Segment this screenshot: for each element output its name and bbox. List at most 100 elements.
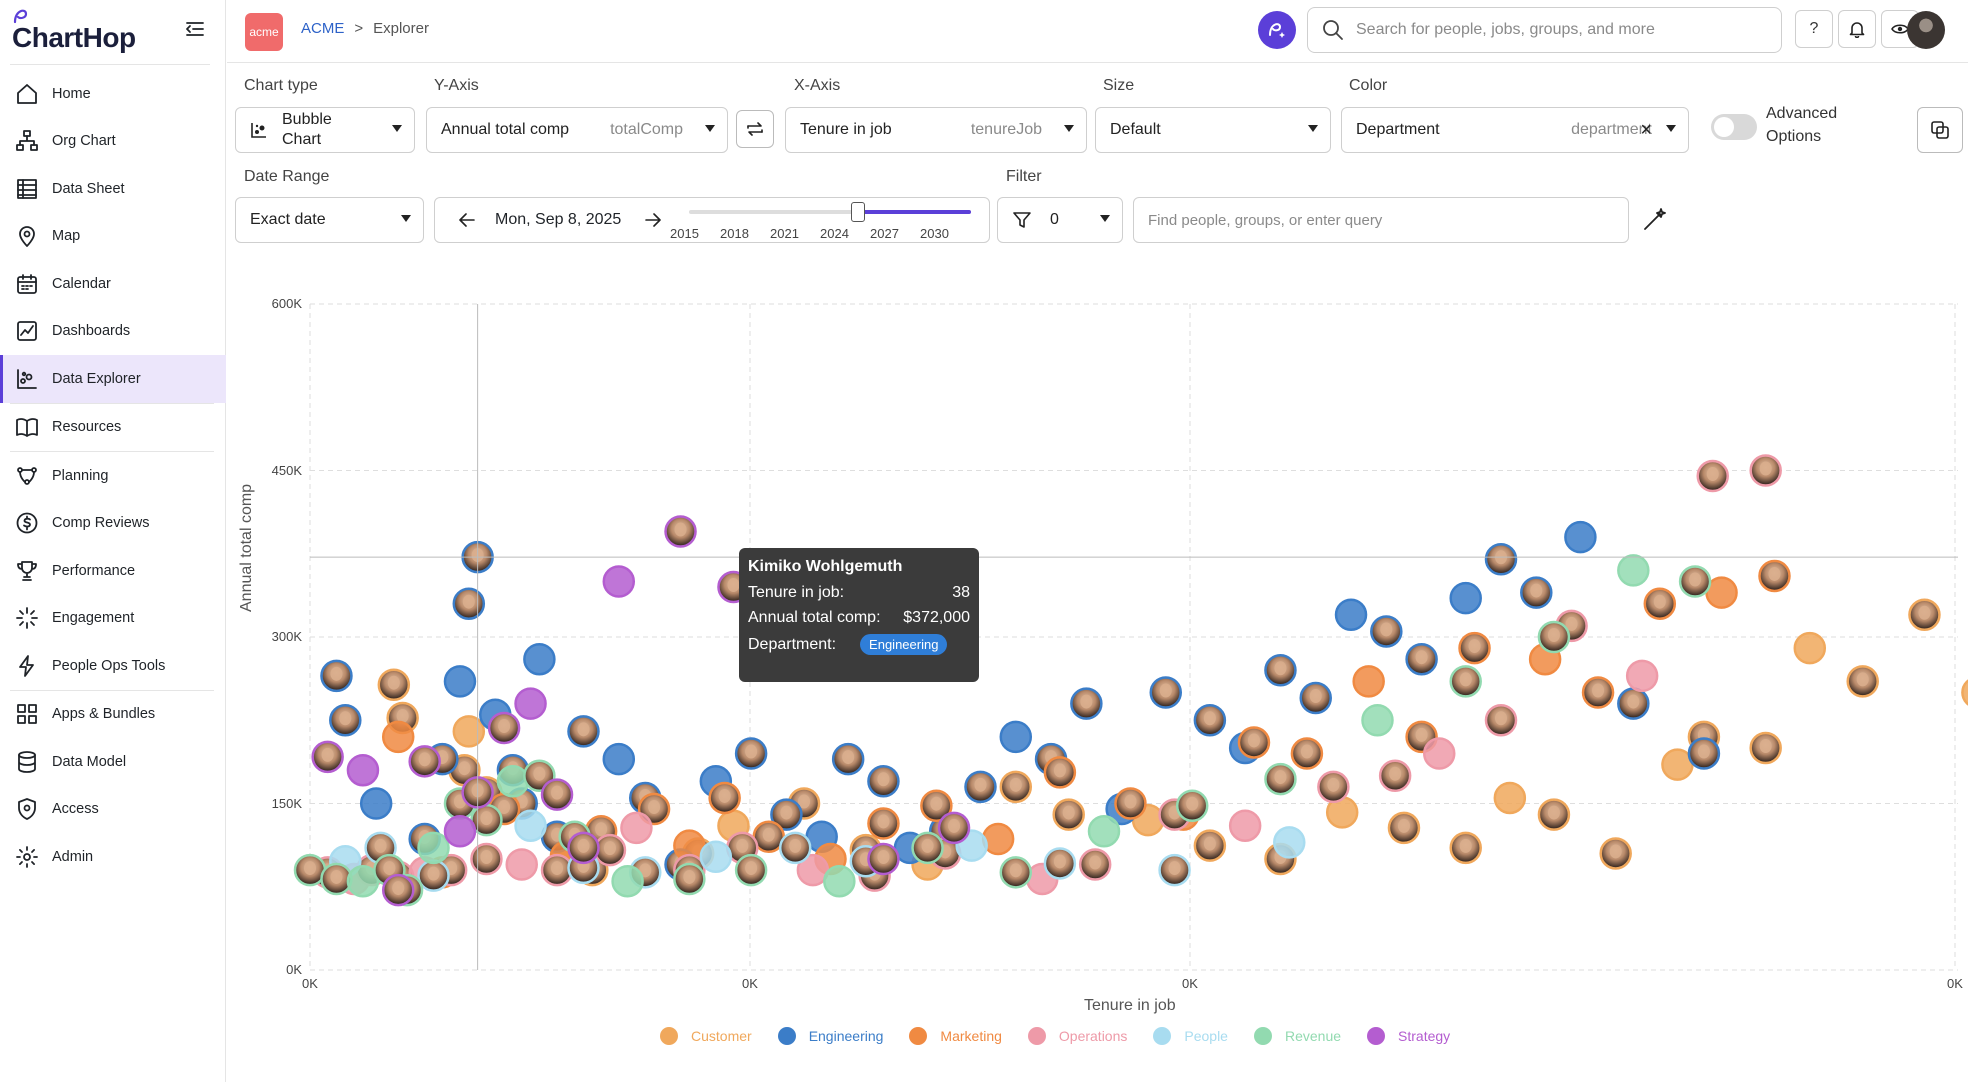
bubble-strategy[interactable] (602, 565, 636, 598)
bubble-chart[interactable] (0, 0, 1968, 1082)
bubble-customer[interactable] (1493, 781, 1527, 815)
bubble-strategy[interactable] (408, 745, 441, 778)
bubble-engineering[interactable] (1070, 687, 1103, 720)
bubble-strategy[interactable] (311, 740, 344, 774)
bubble-engineering[interactable] (1405, 642, 1438, 676)
bubble-revenue[interactable] (911, 831, 944, 865)
bubble-engineering[interactable] (1484, 543, 1518, 576)
bubble-marketing[interactable] (1290, 737, 1324, 770)
bubble-strategy[interactable] (867, 842, 900, 876)
bubble-people[interactable] (699, 840, 733, 874)
bubble-strategy[interactable] (664, 515, 697, 548)
bubble-revenue[interactable] (1264, 762, 1297, 796)
bubble-engineering[interactable] (734, 737, 768, 770)
bubble-people[interactable] (778, 831, 812, 865)
bubble-engineering[interactable] (1449, 581, 1482, 615)
bubble-operations[interactable] (470, 842, 503, 876)
legend-item-customer[interactable]: Customer (660, 1027, 752, 1045)
legend-item-revenue[interactable]: Revenue (1253, 1027, 1341, 1045)
bubble-people[interactable] (514, 809, 547, 842)
bubble-strategy[interactable] (514, 687, 547, 720)
bubble-operations[interactable] (1422, 737, 1456, 770)
legend-item-engineering[interactable]: Engineering (777, 1027, 883, 1045)
legend-item-people[interactable]: People (1153, 1027, 1228, 1045)
bubble-customer[interactable] (1846, 665, 1879, 698)
legend-item-strategy[interactable]: Strategy (1367, 1027, 1450, 1045)
bubble-engineering[interactable] (320, 659, 353, 693)
bubble-marketing[interactable] (1352, 665, 1385, 698)
bubble-engineering[interactable] (1370, 615, 1403, 648)
bubble-people[interactable] (1043, 847, 1077, 880)
bubble-customer[interactable] (1449, 831, 1482, 865)
bubble-revenue[interactable] (1537, 620, 1571, 654)
bubble-strategy[interactable] (540, 778, 574, 811)
bubble-engineering[interactable] (1617, 687, 1650, 720)
bubble-revenue[interactable] (1449, 665, 1482, 698)
legend-item-operations[interactable]: Operations (1027, 1027, 1127, 1045)
bubble-engineering[interactable] (1299, 681, 1332, 715)
bubble-operations[interactable] (1484, 704, 1518, 737)
bubble-customer[interactable] (1793, 631, 1827, 665)
bubble-customer[interactable] (1599, 837, 1632, 870)
bubble-marketing[interactable] (1581, 676, 1615, 709)
bubble-revenue[interactable] (673, 862, 706, 896)
bubble-operations[interactable] (1317, 770, 1350, 804)
bubble-engineering[interactable] (443, 665, 477, 698)
bubble-operations[interactable] (1696, 459, 1729, 493)
bubble-revenue[interactable] (417, 831, 450, 865)
bubble-engineering[interactable] (1264, 654, 1297, 687)
bubble-engineering[interactable] (964, 770, 997, 804)
bubble-engineering[interactable] (359, 787, 393, 820)
bubble-marketing[interactable] (708, 781, 741, 815)
bubble-operations[interactable] (1625, 659, 1659, 693)
bubble-operations[interactable] (1378, 759, 1412, 792)
bubble-operations[interactable] (505, 848, 538, 881)
bubble-customer[interactable] (452, 715, 486, 748)
bubble-engineering[interactable] (999, 720, 1033, 754)
bubble-customer[interactable] (999, 770, 1033, 804)
bubble-strategy[interactable] (443, 815, 477, 848)
bubble-engineering[interactable] (567, 715, 600, 748)
bubble-customer[interactable] (1193, 829, 1227, 862)
bubble-revenue[interactable] (1678, 565, 1712, 598)
bubble-engineering[interactable] (329, 704, 362, 737)
bubble-revenue[interactable] (999, 856, 1033, 889)
bubble-people[interactable] (1158, 853, 1191, 887)
bubble-people[interactable] (1273, 826, 1306, 859)
bubble-marketing[interactable] (1114, 787, 1147, 820)
bubble-engineering[interactable] (1687, 737, 1721, 770)
bubble-operations[interactable] (1228, 809, 1262, 842)
bubble-engineering[interactable] (1564, 520, 1597, 554)
bubble-customer[interactable] (1908, 598, 1941, 632)
bubble-strategy[interactable] (567, 831, 600, 865)
bubble-engineering[interactable] (602, 742, 636, 776)
bubble-marketing[interactable] (1643, 587, 1677, 620)
bubble-customer[interactable] (1961, 678, 1968, 708)
bubble-revenue[interactable] (1087, 815, 1121, 848)
bubble-engineering[interactable] (452, 587, 486, 620)
bubble-operations[interactable] (620, 811, 653, 845)
bubble-marketing[interactable] (981, 822, 1015, 856)
bubble-operations[interactable] (1078, 848, 1112, 881)
bubble-revenue[interactable] (611, 864, 644, 898)
bubble-revenue[interactable] (823, 864, 856, 898)
bubble-customer[interactable] (1537, 798, 1571, 831)
bubble-strategy[interactable] (937, 811, 971, 845)
bubble-revenue[interactable] (1617, 554, 1650, 587)
bubble-engineering[interactable] (831, 742, 865, 776)
bubble-engineering[interactable] (867, 765, 900, 798)
bubble-marketing[interactable] (1237, 726, 1271, 759)
bubble-marketing[interactable] (1458, 631, 1491, 665)
bubble-operations[interactable] (1749, 454, 1782, 487)
bubble-marketing[interactable] (1758, 559, 1791, 593)
bubble-marketing[interactable] (867, 807, 900, 840)
bubble-engineering[interactable] (1149, 676, 1183, 709)
bubble-customer[interactable] (377, 668, 411, 701)
bubble-revenue[interactable] (1175, 789, 1209, 822)
bubble-strategy[interactable] (487, 711, 521, 745)
bubble-customer[interactable] (1749, 731, 1782, 765)
bubble-engineering[interactable] (1334, 598, 1368, 632)
bubble-strategy[interactable] (346, 753, 380, 787)
bubble-marketing[interactable] (1043, 756, 1077, 789)
legend-item-marketing[interactable]: Marketing (909, 1027, 1002, 1045)
